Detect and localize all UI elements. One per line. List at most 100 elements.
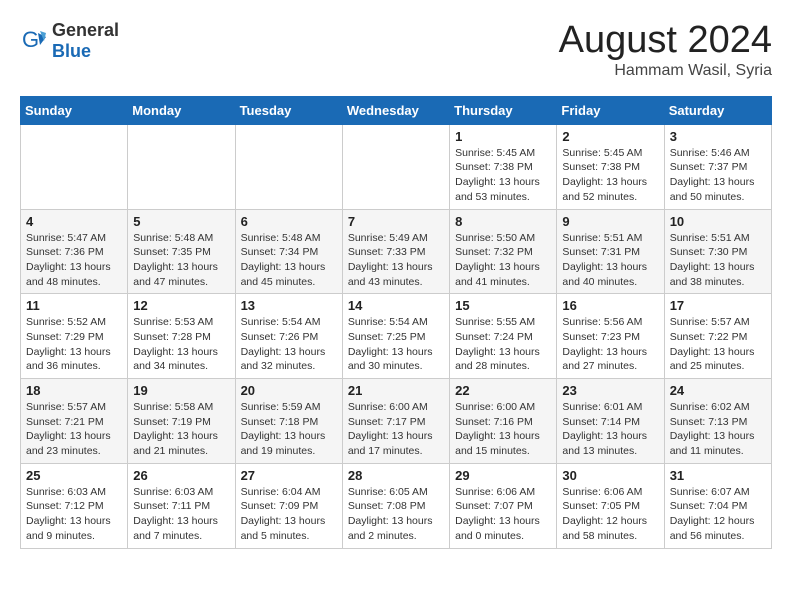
calendar-cell: 11 Sunrise: 5:52 AMSunset: 7:29 PMDayligh… — [21, 294, 128, 379]
header-wednesday: Wednesday — [342, 96, 449, 124]
day-number: 10 — [670, 214, 766, 229]
day-number: 20 — [241, 383, 337, 398]
day-number: 27 — [241, 468, 337, 483]
calendar-cell: 10 Sunrise: 5:51 AMSunset: 7:30 PMDayligh… — [664, 209, 771, 294]
calendar-cell: 2Sunrise: 5:45 AMSunset: 7:38 PMDaylight… — [557, 124, 664, 209]
day-number: 3 — [670, 129, 766, 144]
calendar-cell: 17 Sunrise: 5:57 AMSunset: 7:22 PMDayligh… — [664, 294, 771, 379]
day-info: Sunrise: 5:45 AMSunset: 7:38 PMDaylight:… — [455, 146, 551, 205]
calendar-cell: 8 Sunrise: 5:50 AMSunset: 7:32 PMDaylight… — [450, 209, 557, 294]
header-saturday: Saturday — [664, 96, 771, 124]
day-number: 19 — [133, 383, 229, 398]
calendar-cell: 26 Sunrise: 6:03 AMSunset: 7:11 PMDayligh… — [128, 463, 235, 548]
day-info: Sunrise: 5:55 AMSunset: 7:24 PMDaylight:… — [455, 315, 551, 374]
calendar-cell: 4 Sunrise: 5:47 AMSunset: 7:36 PMDaylight… — [21, 209, 128, 294]
calendar-cell: 9 Sunrise: 5:51 AMSunset: 7:31 PMDaylight… — [557, 209, 664, 294]
day-info: Sunrise: 5:58 AMSunset: 7:19 PMDaylight:… — [133, 400, 229, 459]
day-number: 5 — [133, 214, 229, 229]
day-info: Sunrise: 6:06 AMSunset: 7:07 PMDaylight:… — [455, 485, 551, 544]
day-number: 13 — [241, 298, 337, 313]
day-info: Sunrise: 5:53 AMSunset: 7:28 PMDaylight:… — [133, 315, 229, 374]
logo-general: General — [52, 20, 119, 40]
day-info: Sunrise: 5:49 AMSunset: 7:33 PMDaylight:… — [348, 231, 444, 290]
calendar-cell — [21, 124, 128, 209]
day-info: Sunrise: 5:46 AMSunset: 7:37 PMDaylight:… — [670, 146, 766, 205]
calendar-cell: 13 Sunrise: 5:54 AMSunset: 7:26 PMDayligh… — [235, 294, 342, 379]
day-info: Sunrise: 5:47 AMSunset: 7:36 PMDaylight:… — [26, 231, 122, 290]
day-number: 15 — [455, 298, 551, 313]
day-number: 8 — [455, 214, 551, 229]
calendar-cell — [235, 124, 342, 209]
day-number: 23 — [562, 383, 658, 398]
week-row-1: 1 Sunrise: 5:45 AMSunset: 7:38 PMDaylight… — [21, 124, 772, 209]
day-info: Sunrise: 5:57 AMSunset: 7:22 PMDaylight:… — [670, 315, 766, 374]
calendar-cell: 23 Sunrise: 6:01 AMSunset: 7:14 PMDayligh… — [557, 379, 664, 464]
day-number: 31 — [670, 468, 766, 483]
week-row-4: 18Sunrise: 5:57 AMSunset: 7:21 PMDayligh… — [21, 379, 772, 464]
day-number: 25 — [26, 468, 122, 483]
day-info: Sunrise: 6:00 AMSunset: 7:16 PMDaylight:… — [455, 400, 551, 459]
day-info: Sunrise: 6:07 AMSunset: 7:04 PMDaylight:… — [670, 485, 766, 544]
calendar-cell: 6Sunrise: 5:48 AMSunset: 7:34 PMDaylight… — [235, 209, 342, 294]
calendar-cell: 21Sunrise: 6:00 AMSunset: 7:17 PMDayligh… — [342, 379, 449, 464]
calendar-cell — [128, 124, 235, 209]
calendar-cell: 18Sunrise: 5:57 AMSunset: 7:21 PMDayligh… — [21, 379, 128, 464]
day-number: 9 — [562, 214, 658, 229]
day-info: Sunrise: 6:01 AMSunset: 7:14 PMDaylight:… — [562, 400, 658, 459]
day-number: 16 — [562, 298, 658, 313]
calendar-cell: 28Sunrise: 6:05 AMSunset: 7:08 PMDayligh… — [342, 463, 449, 548]
day-number: 26 — [133, 468, 229, 483]
day-number: 18 — [26, 383, 122, 398]
day-info: Sunrise: 6:03 AMSunset: 7:12 PMDaylight:… — [26, 485, 122, 544]
calendar-table: SundayMondayTuesdayWednesdayThursdayFrid… — [20, 96, 772, 549]
day-info: Sunrise: 5:48 AMSunset: 7:34 PMDaylight:… — [241, 231, 337, 290]
day-info: Sunrise: 5:50 AMSunset: 7:32 PMDaylight:… — [455, 231, 551, 290]
day-info: Sunrise: 5:48 AMSunset: 7:35 PMDaylight:… — [133, 231, 229, 290]
calendar-cell — [342, 124, 449, 209]
day-info: Sunrise: 5:45 AMSunset: 7:38 PMDaylight:… — [562, 146, 658, 205]
day-number: 12 — [133, 298, 229, 313]
title-area: August 2024 Hammam Wasil, Syria — [559, 20, 772, 80]
calendar-cell: 22Sunrise: 6:00 AMSunset: 7:16 PMDayligh… — [450, 379, 557, 464]
day-number: 11 — [26, 298, 122, 313]
svg-text:G: G — [22, 27, 39, 52]
day-number: 28 — [348, 468, 444, 483]
header-thursday: Thursday — [450, 96, 557, 124]
day-number: 24 — [670, 383, 766, 398]
day-info: Sunrise: 5:54 AMSunset: 7:26 PMDaylight:… — [241, 315, 337, 374]
calendar-cell: 20Sunrise: 5:59 AMSunset: 7:18 PMDayligh… — [235, 379, 342, 464]
day-number: 14 — [348, 298, 444, 313]
calendar-cell: 27Sunrise: 6:04 AMSunset: 7:09 PMDayligh… — [235, 463, 342, 548]
calendar-cell: 15 Sunrise: 5:55 AMSunset: 7:24 PMDayligh… — [450, 294, 557, 379]
logo-text: General Blue — [52, 20, 119, 62]
day-number: 17 — [670, 298, 766, 313]
week-row-3: 11 Sunrise: 5:52 AMSunset: 7:29 PMDayligh… — [21, 294, 772, 379]
page-header: G General Blue August 2024 Hammam Wasil,… — [20, 20, 772, 80]
header-sunday: Sunday — [21, 96, 128, 124]
header-tuesday: Tuesday — [235, 96, 342, 124]
calendar-cell: 16Sunrise: 5:56 AMSunset: 7:23 PMDayligh… — [557, 294, 664, 379]
calendar-cell: 7Sunrise: 5:49 AMSunset: 7:33 PMDaylight… — [342, 209, 449, 294]
calendar-cell: 5 Sunrise: 5:48 AMSunset: 7:35 PMDaylight… — [128, 209, 235, 294]
week-row-2: 4 Sunrise: 5:47 AMSunset: 7:36 PMDaylight… — [21, 209, 772, 294]
header-friday: Friday — [557, 96, 664, 124]
day-number: 4 — [26, 214, 122, 229]
logo: G General Blue — [20, 20, 119, 62]
day-number: 1 — [455, 129, 551, 144]
header-monday: Monday — [128, 96, 235, 124]
day-info: Sunrise: 5:54 AMSunset: 7:25 PMDaylight:… — [348, 315, 444, 374]
sub-title: Hammam Wasil, Syria — [559, 62, 772, 80]
main-title: August 2024 — [559, 20, 772, 62]
calendar-cell: 31 Sunrise: 6:07 AMSunset: 7:04 PMDayligh… — [664, 463, 771, 548]
day-info: Sunrise: 6:03 AMSunset: 7:11 PMDaylight:… — [133, 485, 229, 544]
calendar-cell: 25 Sunrise: 6:03 AMSunset: 7:12 PMDayligh… — [21, 463, 128, 548]
calendar-cell: 29 Sunrise: 6:06 AMSunset: 7:07 PMDayligh… — [450, 463, 557, 548]
day-info: Sunrise: 6:06 AMSunset: 7:05 PMDaylight:… — [562, 485, 658, 544]
day-info: Sunrise: 5:51 AMSunset: 7:30 PMDaylight:… — [670, 231, 766, 290]
day-number: 21 — [348, 383, 444, 398]
day-info: Sunrise: 5:51 AMSunset: 7:31 PMDaylight:… — [562, 231, 658, 290]
day-number: 29 — [455, 468, 551, 483]
day-info: Sunrise: 5:52 AMSunset: 7:29 PMDaylight:… — [26, 315, 122, 374]
calendar-cell: 19 Sunrise: 5:58 AMSunset: 7:19 PMDayligh… — [128, 379, 235, 464]
logo-icon: G — [20, 27, 48, 55]
